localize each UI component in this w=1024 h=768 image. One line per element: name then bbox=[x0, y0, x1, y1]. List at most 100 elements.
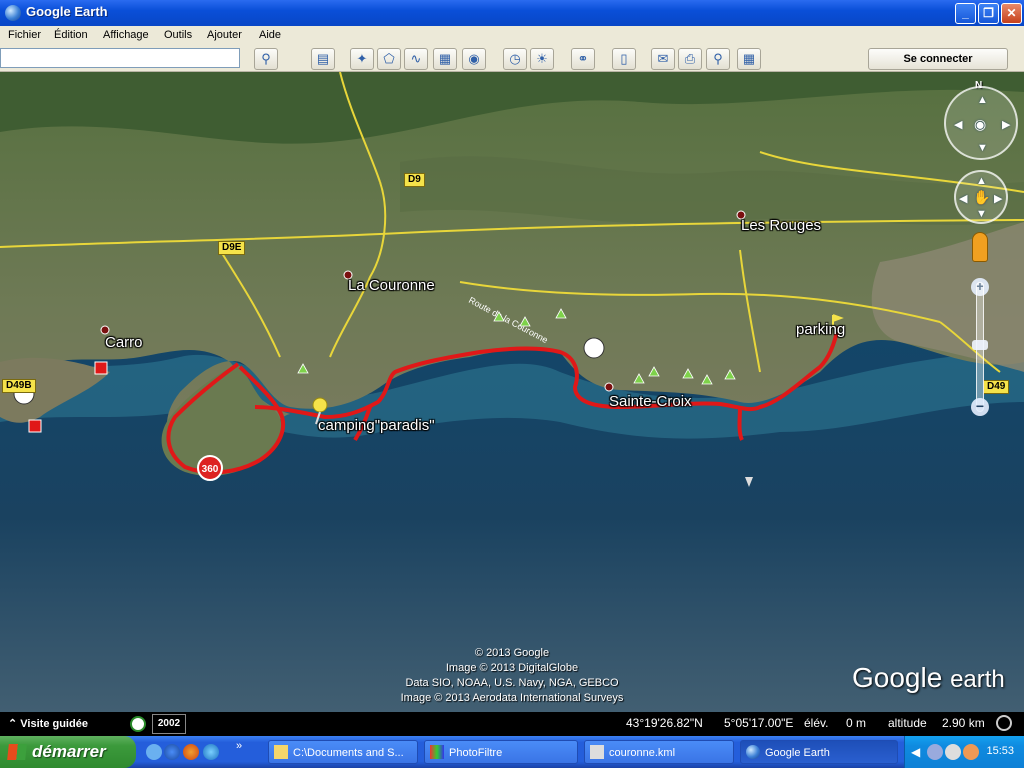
map-view[interactable]: Route de la Couronne 360 Carro La Couron… bbox=[0, 72, 1024, 712]
zoom-slider-thumb[interactable] bbox=[972, 340, 988, 350]
streaming-indicator-icon bbox=[996, 715, 1012, 731]
quicklaunch-firefox-icon[interactable] bbox=[183, 744, 199, 760]
place-camping[interactable]: camping"paradis" bbox=[318, 417, 435, 434]
eye-icon: ◉ bbox=[974, 116, 987, 132]
task-label: Google Earth bbox=[765, 747, 830, 759]
longitude: 5°05'17.00"E bbox=[724, 716, 794, 730]
look-right-icon[interactable]: ▶ bbox=[1002, 118, 1010, 131]
look-left-icon[interactable]: ◀ bbox=[954, 118, 962, 131]
alert-tray-icon[interactable] bbox=[963, 744, 979, 760]
place-parking[interactable]: parking bbox=[796, 321, 845, 338]
sunlight-icon[interactable]: ☀ bbox=[530, 48, 554, 70]
start-label: démarrer bbox=[32, 742, 106, 761]
hiker-icon-right bbox=[583, 337, 605, 359]
ruler-icon[interactable]: ▯ bbox=[612, 48, 636, 70]
move-left-icon[interactable]: ◀ bbox=[959, 192, 967, 205]
system-tray: ◀ 15:53 bbox=[904, 736, 1024, 768]
task-photofiltre[interactable]: PhotoFiltre bbox=[424, 740, 578, 764]
record-tour-icon[interactable]: ◉ bbox=[462, 48, 486, 70]
task-couronne-kml[interactable]: couronne.kml bbox=[584, 740, 734, 764]
place-les-rouges[interactable]: Les Rouges bbox=[741, 217, 821, 234]
sidebar-toggle-icon[interactable]: ▤ bbox=[311, 48, 335, 70]
menu-help[interactable]: Aide bbox=[259, 29, 281, 41]
historical-clock-icon[interactable] bbox=[130, 716, 146, 732]
tour-expand-icon: ⌃ bbox=[8, 718, 18, 730]
logo-earth: earth bbox=[950, 666, 1005, 693]
menu-file[interactable]: Fichier bbox=[8, 29, 41, 41]
street-view-pegman-icon[interactable] bbox=[972, 232, 988, 262]
marker-360-label: 360 bbox=[202, 464, 219, 475]
google-earth-icon bbox=[5, 5, 21, 21]
place-sainte-croix[interactable]: Sainte-Croix bbox=[609, 393, 692, 410]
window-title: Google Earth bbox=[26, 4, 108, 19]
quicklaunch-ie-icon[interactable] bbox=[164, 744, 180, 760]
hand-icon: ✋ bbox=[973, 189, 991, 205]
photofiltre-icon bbox=[430, 745, 444, 759]
tour-label: Visite guidée bbox=[20, 718, 88, 730]
menu-view[interactable]: Affichage bbox=[103, 29, 149, 41]
task-explorer[interactable]: C:\Documents and S... bbox=[268, 740, 418, 764]
email-icon[interactable]: ✉ bbox=[651, 48, 675, 70]
sainte-croix-dot bbox=[604, 382, 614, 392]
look-down-icon[interactable]: ▼ bbox=[977, 142, 988, 154]
status-bar: ⌃ Visite guidée 2002 43°19'26.82"N 5°05'… bbox=[0, 712, 1024, 736]
altitude-label: altitude bbox=[888, 716, 927, 730]
carro-dot bbox=[100, 325, 110, 335]
quicklaunch-ie2-icon[interactable] bbox=[203, 744, 219, 760]
print-icon[interactable]: ⎙ bbox=[678, 48, 702, 70]
map-terrain: Route de la Couronne 360 bbox=[0, 72, 1024, 712]
place-carro[interactable]: Carro bbox=[105, 334, 143, 351]
move-right-icon[interactable]: ▶ bbox=[994, 192, 1002, 205]
maximize-button[interactable]: ❐ bbox=[978, 3, 999, 24]
look-up-icon[interactable]: ▲ bbox=[977, 94, 988, 106]
folder-icon bbox=[274, 745, 288, 759]
road-d9: D9 bbox=[404, 173, 425, 187]
google-maps-icon[interactable]: ⚲ bbox=[706, 48, 730, 70]
menu-tools[interactable]: Outils bbox=[164, 29, 192, 41]
menu-bar: Fichier Édition Affichage Outils Ajouter… bbox=[0, 26, 1024, 46]
restriction-icon bbox=[94, 361, 108, 375]
search-button[interactable]: ⚲ bbox=[254, 48, 278, 70]
road-d9e: D9E bbox=[218, 241, 246, 255]
menu-add[interactable]: Ajouter bbox=[207, 29, 242, 41]
image-overlay-icon[interactable]: ▦ bbox=[433, 48, 457, 70]
save-image-icon[interactable]: ▦ bbox=[737, 48, 761, 70]
planets-icon[interactable]: ⚭ bbox=[571, 48, 595, 70]
historical-imagery-icon[interactable]: ◷ bbox=[503, 48, 527, 70]
move-up-icon[interactable]: ▲ bbox=[976, 175, 987, 187]
polygon-icon[interactable]: ⬠ bbox=[377, 48, 401, 70]
minimize-button[interactable]: _ bbox=[955, 3, 976, 24]
toolbar: ⚲ ▤ ✦ ⬠ ∿ ▦ ◉ ◷ ☀ ⚭ ▯ ✉ ⎙ ⚲ ▦ Se connect… bbox=[0, 46, 1024, 72]
tour-button[interactable]: ⌃ Visite guidée bbox=[0, 714, 122, 734]
path-icon[interactable]: ∿ bbox=[404, 48, 428, 70]
placemark-icon[interactable]: ✦ bbox=[350, 48, 374, 70]
zoom-out-button[interactable]: − bbox=[971, 398, 989, 416]
menu-edit[interactable]: Édition bbox=[54, 29, 88, 41]
task-label: PhotoFiltre bbox=[449, 747, 503, 759]
connect-button[interactable]: Se connecter bbox=[868, 48, 1008, 70]
google-earth-logo: Google earth bbox=[852, 662, 1005, 694]
start-button[interactable]: démarrer bbox=[0, 736, 136, 768]
look-control[interactable]: ▲ ▼ ◀ ▶ ◉ bbox=[944, 86, 1018, 160]
google-earth-icon bbox=[746, 745, 760, 759]
history-year[interactable]: 2002 bbox=[152, 714, 186, 734]
tray-expand-icon[interactable]: ◀ bbox=[911, 745, 920, 759]
notepad-icon bbox=[590, 745, 604, 759]
search-tray-icon[interactable] bbox=[945, 744, 961, 760]
taskbar-clock: 15:53 bbox=[986, 745, 1014, 757]
place-la-couronne[interactable]: La Couronne bbox=[348, 277, 435, 294]
logo-google: Google bbox=[852, 662, 943, 693]
task-google-earth[interactable]: Google Earth bbox=[740, 740, 898, 764]
move-down-icon[interactable]: ▼ bbox=[976, 208, 987, 220]
quicklaunch-more[interactable]: » bbox=[236, 740, 242, 752]
close-button[interactable]: ✕ bbox=[1001, 3, 1022, 24]
network-icon[interactable] bbox=[927, 744, 943, 760]
move-control[interactable]: ▲ ▼ ◀ ▶ ✋ bbox=[954, 170, 1008, 224]
road-d49: D49 bbox=[983, 380, 1010, 394]
credit-google: © 2013 Google bbox=[474, 647, 550, 659]
search-input[interactable] bbox=[0, 48, 240, 68]
title-bar: Google Earth _ ❐ ✕ bbox=[0, 0, 1024, 26]
taskbar: démarrer » C:\Documents and S... PhotoFi… bbox=[0, 736, 1024, 768]
task-label: C:\Documents and S... bbox=[293, 747, 404, 759]
quicklaunch-desktop-icon[interactable] bbox=[146, 744, 162, 760]
